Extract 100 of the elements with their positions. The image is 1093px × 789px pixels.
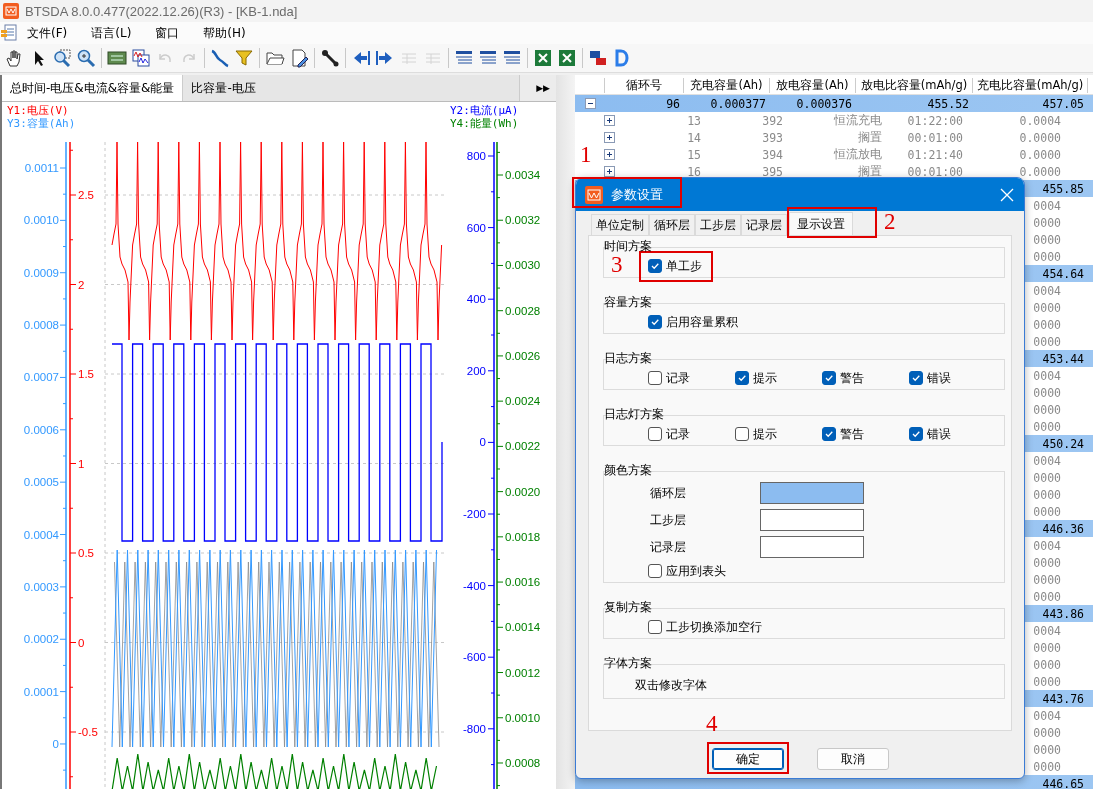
tick-label: 0 — [52, 737, 59, 750]
tick-label: 0.0011 — [24, 162, 59, 174]
flags-icon[interactable] — [588, 48, 608, 68]
dialog-tab[interactable]: 单位定制 — [591, 214, 649, 235]
column-header[interactable]: 充电比容量(mAh/g) — [973, 78, 1088, 93]
checkbox[interactable]: 记录 — [648, 426, 735, 442]
tick-label: -800 — [462, 722, 486, 735]
menu-item[interactable]: 窗口 — [155, 24, 180, 42]
dialog-button[interactable]: 取消 — [817, 748, 889, 770]
checkbox[interactable]: 单工步 — [648, 258, 1004, 274]
tick-label: 0.0001 — [23, 685, 59, 698]
checkbox[interactable]: 警告 — [822, 426, 909, 442]
group-title: 日志方案 — [603, 351, 653, 365]
checkbox[interactable]: 提示 — [735, 370, 822, 386]
tick-label: 0.0003 — [23, 580, 59, 593]
tree-toggle[interactable] — [604, 166, 615, 177]
column-header[interactable]: 循环号 — [605, 78, 684, 93]
menu-item[interactable]: 文件(F) — [27, 24, 68, 42]
column-header[interactable]: 放电比容量(mAh/g) — [856, 78, 973, 93]
color-swatch[interactable] — [760, 536, 864, 558]
annotation-number: 3 — [611, 253, 623, 277]
color-swatch[interactable] — [760, 482, 864, 504]
table-cell-text: 恒流放电 — [833, 147, 882, 162]
checkbox[interactable]: 工步切换添加空行 — [648, 619, 1004, 635]
table-cell-text: 搁置 — [857, 130, 882, 145]
table-cell-text: 0.000376 — [795, 96, 853, 111]
table-cell: 0000 — [1033, 572, 1061, 587]
table-cell-text: 443.76 — [1042, 691, 1085, 706]
checkbox[interactable]: 启用容量累积 — [648, 314, 1004, 330]
hand-icon[interactable] — [4, 48, 24, 68]
table-cell-text: 450.24 — [1042, 436, 1085, 451]
check-icon — [911, 429, 921, 439]
table-cell: 0000 — [1033, 504, 1061, 519]
hint-text[interactable]: 双击修改字体 — [635, 675, 1004, 695]
checkbox[interactable]: 提示 — [735, 426, 822, 442]
checkbox[interactable]: 错误 — [909, 426, 996, 442]
dialog-tab[interactable]: 记录层 — [741, 214, 787, 235]
tab-scroll-button[interactable]: ▶▶ — [536, 75, 556, 101]
annotation-number: 1 — [580, 143, 592, 167]
chart-window-icon[interactable] — [131, 48, 151, 68]
dialog-tab[interactable]: 显示设置 — [789, 212, 853, 235]
zoom-area-icon[interactable] — [52, 48, 72, 68]
tree-toggle[interactable] — [604, 115, 615, 126]
table-cell-text: 搁置 — [857, 164, 882, 179]
color-swatch[interactable] — [760, 509, 864, 531]
table-cell-text: 0.0004 — [1018, 113, 1061, 128]
zoom-icon[interactable] — [76, 48, 96, 68]
checkbox[interactable]: 错误 — [909, 370, 996, 386]
dialog-tab[interactable]: 工步层 — [695, 214, 741, 235]
table-cell: 0000 — [1033, 470, 1061, 485]
checkbox[interactable]: 记录 — [648, 370, 735, 386]
table-cell: 0004 — [1033, 283, 1061, 298]
table-cell-text: 457.05 — [1041, 96, 1085, 111]
dialog-button[interactable]: 确定 — [712, 748, 784, 770]
tick-label: 0.0010 — [505, 711, 541, 724]
close-icon[interactable] — [1000, 187, 1014, 202]
wrench-icon[interactable] — [320, 48, 340, 68]
tick-label: 0.0016 — [505, 576, 541, 589]
tree-toggle[interactable] — [604, 132, 615, 143]
chart-tab[interactable]: 总时间-电压&电流&容量&能量 — [2, 75, 184, 101]
tree-toggle[interactable] — [604, 149, 615, 160]
check-icon — [650, 261, 660, 271]
group-title: 复制方案 — [603, 600, 653, 614]
tick-label: 0.0012 — [505, 666, 541, 679]
menu-item[interactable]: 语言(L) — [91, 24, 132, 42]
document-pen-icon[interactable] — [289, 48, 309, 68]
spreadsheet-icon[interactable] — [533, 48, 553, 68]
group-title: 颜色方案 — [603, 463, 653, 477]
check-icon — [650, 317, 660, 327]
table-cell: 0000 — [1033, 385, 1061, 400]
chart-tab[interactable]: 比容量-电压 — [183, 75, 521, 101]
app-icon — [3, 3, 19, 19]
table-cell: 0000 — [1033, 555, 1061, 570]
tick-label: 0.0018 — [505, 530, 541, 543]
funnel-icon[interactable] — [234, 48, 254, 68]
column-header[interactable]: 放电容量(Ah) — [770, 78, 856, 93]
table-cell: 0000 — [1033, 725, 1061, 740]
tick-label: 0.0028 — [505, 304, 541, 317]
tick-label: 200 — [466, 364, 486, 377]
curve-icon[interactable] — [210, 48, 230, 68]
tick-label: 2.5 — [78, 189, 94, 201]
board-icon[interactable] — [107, 48, 127, 68]
tick-label: 0 — [78, 636, 85, 649]
tick-label: -600 — [462, 651, 486, 664]
menu-item[interactable]: 帮助(H) — [203, 24, 246, 42]
table-cell-text: 0.0000 — [1018, 130, 1061, 145]
checkbox[interactable]: 警告 — [822, 370, 909, 386]
table-cell-text: 453.44 — [1042, 351, 1085, 366]
tree-toggle[interactable] — [584, 98, 596, 109]
dialog-tab[interactable]: 循环层 — [649, 214, 695, 235]
color-label: 循环层 — [649, 484, 687, 502]
table-cell: 0000 — [1033, 759, 1061, 774]
tick-label: -0.5 — [78, 726, 98, 738]
checkbox[interactable]: 应用到表头 — [648, 563, 1004, 579]
tick-label: 800 — [466, 150, 486, 162]
table-cell-text: 0.0000 — [1018, 164, 1061, 179]
spreadsheet-icon[interactable] — [557, 48, 577, 68]
column-header[interactable]: 充电容量(Ah) — [684, 78, 770, 93]
table-cell-text: 392 — [761, 113, 783, 128]
table-cell-text: 00:01:00 — [906, 164, 963, 179]
